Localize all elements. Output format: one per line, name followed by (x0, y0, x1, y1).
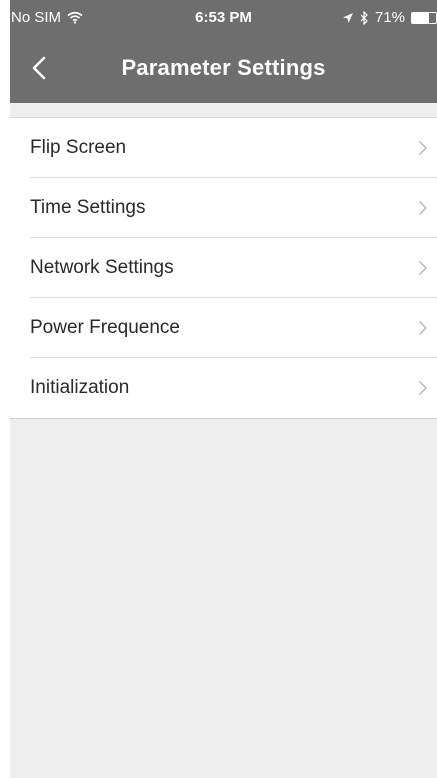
settings-item-network-settings[interactable]: Network Settings (10, 238, 437, 298)
settings-item-label: Flip Screen (30, 137, 127, 158)
chevron-right-icon (419, 201, 427, 215)
chevron-right-icon (419, 381, 427, 395)
battery-fill (412, 12, 430, 23)
settings-list: Flip Screen Time Settings Network Settin… (10, 117, 437, 419)
navigation-bar: Parameter Settings (10, 34, 437, 103)
settings-item-label: Network Settings (30, 257, 174, 278)
settings-item-initialization[interactable]: Initialization (10, 358, 437, 418)
settings-item-label: Initialization (30, 377, 130, 398)
battery-percent: 71% (374, 9, 405, 26)
top-bar: No SIM 6:53 PM 71% Parameter Settings (10, 0, 437, 103)
page-title: Parameter Settings (121, 55, 326, 80)
settings-item-time-settings[interactable]: Time Settings (10, 178, 437, 238)
battery-icon (411, 11, 437, 24)
settings-item-label: Power Frequence (30, 317, 180, 338)
chevron-right-icon (419, 141, 427, 155)
phone-screen: No SIM 6:53 PM 71% Parameter Settings Fl… (10, 0, 437, 778)
settings-item-flip-screen[interactable]: Flip Screen (10, 118, 437, 178)
settings-item-label: Time Settings (30, 197, 146, 218)
chevron-right-icon (419, 321, 427, 335)
location-arrow-icon (342, 12, 353, 23)
bluetooth-icon (360, 10, 368, 25)
settings-item-power-frequence[interactable]: Power Frequence (10, 298, 437, 358)
chevron-right-icon (419, 261, 427, 275)
status-right: 71% (342, 9, 437, 26)
status-bar: No SIM 6:53 PM 71% (10, 0, 437, 34)
